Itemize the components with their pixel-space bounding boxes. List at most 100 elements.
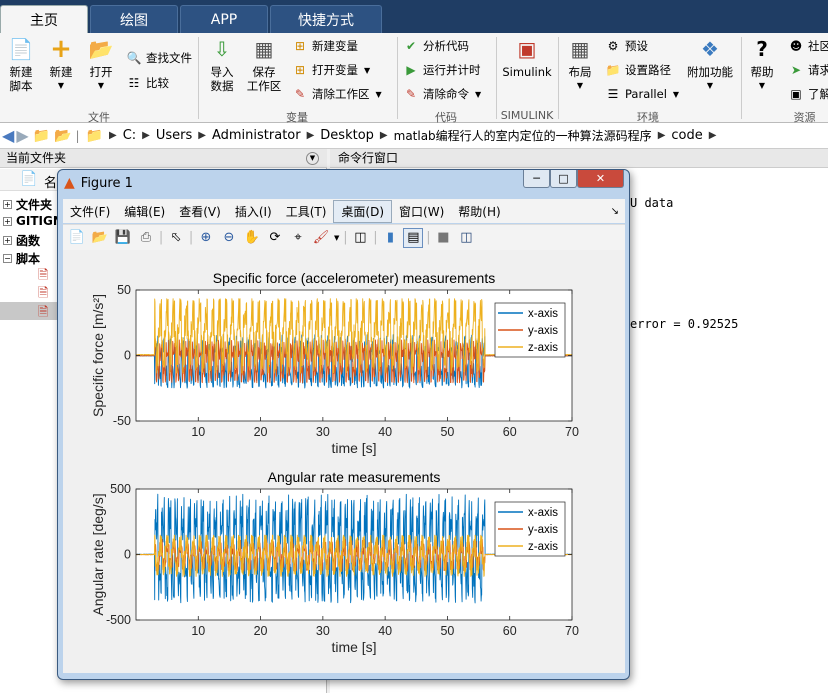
find-files-button[interactable]: 🔍 查找文件 (126, 48, 192, 68)
open-file-icon[interactable]: 📂 (90, 228, 110, 248)
print-icon[interactable]: ⎙ (136, 228, 156, 248)
insert-legend-icon[interactable]: ▤ (403, 227, 424, 248)
addons-button[interactable]: ❖ 附加功能 ▼ (686, 37, 734, 93)
browse-folder-icon[interactable]: 📂 (54, 128, 71, 144)
tab-home[interactable]: 主页 (0, 5, 88, 33)
up-folder-icon[interactable]: 📁 (33, 128, 50, 144)
zoom-in-icon[interactable]: ⊕ (196, 228, 216, 248)
clear-workspace-button[interactable]: ✎ 清除工作区 ▼ (292, 84, 382, 104)
new-variable-button[interactable]: ⊞ 新建变量 (292, 36, 358, 56)
tab-apps[interactable]: APP (180, 5, 268, 33)
expand-icon[interactable]: + (3, 200, 12, 209)
parallel-button[interactable]: ☰ Parallel ▼ (605, 84, 679, 104)
tab-plots[interactable]: 绘图 (90, 5, 178, 33)
parallel-dropdown-icon[interactable]: ▼ (673, 90, 679, 99)
new-dropdown-icon[interactable]: ▼ (58, 79, 64, 93)
figure-plots[interactable]: 10 20 30 40 50 60 70-50050Specific force (acce… (63, 250, 625, 673)
breadcrumb-code[interactable]: code (665, 128, 708, 143)
breadcrumb-users[interactable]: Users (150, 128, 198, 143)
layout-dropdown-icon[interactable]: ▼ (577, 79, 583, 93)
tree-item-scripts[interactable]: − 脚本 (0, 250, 40, 267)
save-icon[interactable]: 💾 (113, 228, 133, 248)
insert-colorbar-icon[interactable]: ▮ (380, 228, 400, 248)
menu-file[interactable]: 文件(F) (63, 201, 117, 222)
y-tick-label: -500 (106, 613, 131, 627)
gear-icon: ⚙ (607, 39, 619, 53)
figure-window[interactable]: ▲ Figure 1 ─ □ ✕ 文件(F) 编辑(E) 查看(V) 插入(I)… (57, 169, 630, 680)
maximize-button[interactable]: □ (550, 170, 577, 188)
back-arrow-icon[interactable]: ◀ (2, 126, 14, 145)
tree-item-gitignore[interactable]: + GITIGN (0, 214, 63, 228)
breadcrumb-administrator[interactable]: Administrator (206, 128, 307, 143)
close-button[interactable]: ✕ (577, 170, 624, 188)
help-button[interactable]: ? 帮助 ▼ (746, 37, 778, 93)
request-support-button[interactable]: ➤ 请求 (788, 60, 828, 80)
name-column-header[interactable]: 名 (44, 172, 57, 191)
run-and-time-button[interactable]: ▶ 运行并计时 (403, 60, 480, 80)
minimize-button[interactable]: ─ (523, 170, 550, 188)
new-figure-icon[interactable]: 📄 (67, 228, 87, 248)
open-dropdown-icon[interactable]: ▼ (98, 79, 104, 93)
save-workspace-button[interactable]: ▦ 保存 工作区 (244, 37, 284, 93)
new-button[interactable]: + 新建 ▼ (44, 34, 78, 93)
show-plot-tools-icon[interactable]: ◫ (456, 228, 476, 248)
tree-item-folders[interactable]: + 文件夹 (0, 196, 52, 213)
clear-commands-dropdown-icon[interactable]: ▼ (475, 90, 481, 99)
addons-dropdown-icon[interactable]: ▼ (707, 79, 713, 93)
save-workspace-label: 保存 工作区 (246, 65, 282, 93)
menu-desktop[interactable]: 桌面(D) (333, 199, 393, 223)
expand-icon[interactable]: + (3, 236, 12, 245)
data-cursor-icon[interactable]: ⌖ (288, 228, 308, 248)
selected-file-row[interactable]: 🗎 (0, 302, 60, 320)
learn-button[interactable]: ▣ 了解 (788, 84, 828, 104)
hide-plot-tools-icon[interactable]: ■ (433, 228, 453, 248)
breadcrumb-project[interactable]: matlab编程行人的室内定位的一种算法源码程序 (388, 127, 658, 144)
breadcrumb-drive[interactable]: C: (117, 128, 142, 143)
analyze-code-label: 分析代码 (423, 39, 469, 53)
legend-entry: z-axis (528, 342, 558, 354)
menu-view[interactable]: 查看(V) (172, 201, 228, 222)
menu-window[interactable]: 窗口(W) (392, 201, 451, 222)
compare-button[interactable]: ☷ 比较 (126, 73, 169, 93)
collapse-icon[interactable]: − (3, 254, 12, 263)
menu-tools[interactable]: 工具(T) (279, 201, 334, 222)
layout-button[interactable]: ▦ 布局 ▼ (564, 37, 596, 93)
clear-workspace-dropdown-icon[interactable]: ▼ (376, 90, 382, 99)
analyze-code-button[interactable]: ✔ 分析代码 (403, 36, 469, 56)
expand-icon[interactable]: + (3, 216, 12, 226)
x-tick-label: 20 (254, 425, 268, 439)
tab-shortcuts[interactable]: 快捷方式 (270, 5, 382, 33)
open-button[interactable]: 📂 打开 ▼ (84, 37, 118, 93)
community-button[interactable]: ☻ 社区 (788, 36, 828, 56)
new-script-button[interactable]: 📄 新建 脚本 (4, 37, 38, 93)
menu-insert[interactable]: 插入(I) (228, 201, 279, 222)
panel-menu-icon[interactable]: ▼ (306, 152, 319, 165)
undock-arrow-icon[interactable]: ↘ (611, 206, 619, 217)
link-plot-icon[interactable]: ◫ (350, 228, 370, 248)
addons-label: 附加功能 (687, 65, 733, 79)
brush-icon[interactable]: 🖌 (311, 228, 331, 248)
chevron-right-icon: ▶ (108, 130, 117, 141)
zoom-out-icon[interactable]: ⊖ (219, 228, 239, 248)
forward-arrow-icon[interactable]: ▶ (16, 126, 28, 145)
import-data-button[interactable]: ⇩ 导入 数据 (204, 37, 240, 93)
help-dropdown-icon[interactable]: ▼ (759, 79, 765, 93)
tree-item-scripts-label: 脚本 (16, 252, 41, 266)
simulink-button[interactable]: ▣ Simulink (500, 37, 554, 79)
tree-item-functions[interactable]: + 函数 (0, 232, 40, 249)
menu-edit[interactable]: 编辑(E) (117, 201, 172, 222)
rotate-3d-icon[interactable]: ⟳ (265, 228, 285, 248)
preferences-button[interactable]: ⚙ 预设 (605, 36, 648, 56)
pan-hand-icon[interactable]: ✋ (242, 228, 262, 248)
new-plus-icon: + (50, 34, 72, 64)
open-variable-button[interactable]: ⊞ 打开变量 ▼ (292, 60, 370, 80)
file-list-header: 📄 名 (0, 169, 60, 191)
brush-dropdown-icon[interactable]: ▼ (334, 234, 339, 242)
menu-help[interactable]: 帮助(H) (451, 201, 507, 222)
pointer-icon[interactable]: ⬁ (166, 228, 186, 248)
figure-title-bar[interactable]: ▲ Figure 1 (64, 172, 133, 194)
breadcrumb-desktop[interactable]: Desktop (314, 128, 380, 143)
open-variable-dropdown-icon[interactable]: ▼ (364, 66, 370, 75)
set-path-button[interactable]: 📁 设置路径 (605, 60, 671, 80)
clear-commands-button[interactable]: ✎ 清除命令 ▼ (403, 84, 481, 104)
